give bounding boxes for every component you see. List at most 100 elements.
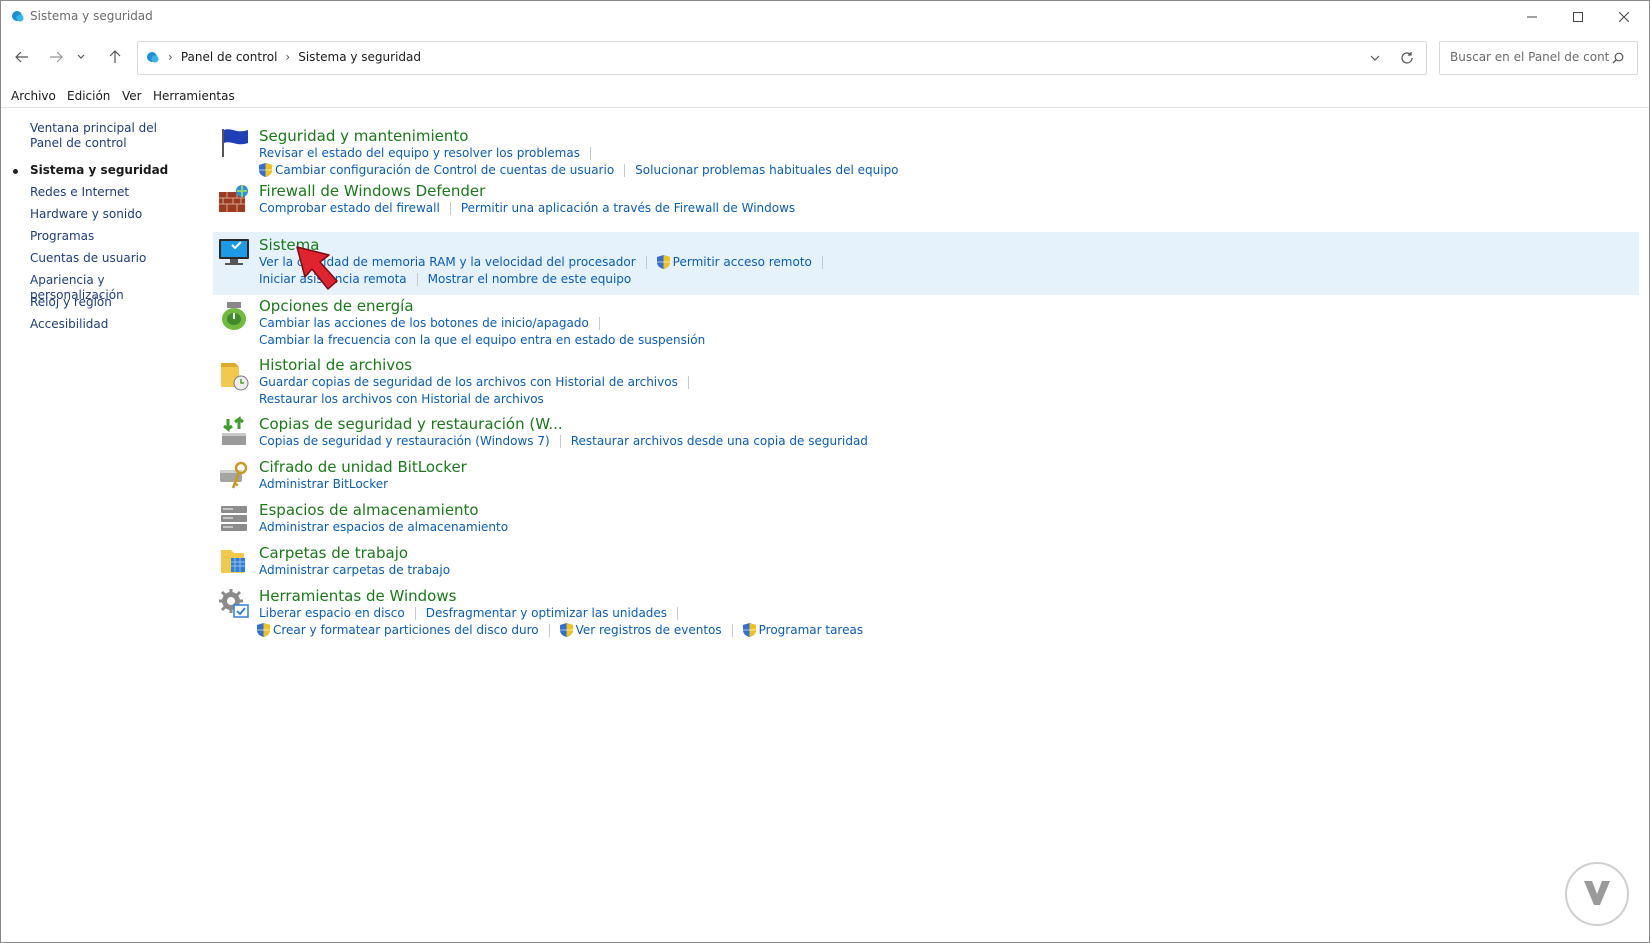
link-revisar-estado[interactable]: Revisar el estado del equipo y resolver … [259,146,580,160]
sidebar-item-programas[interactable]: Programas [30,229,190,244]
divider [624,163,626,177]
category-carpetas-trabajo: Carpetas de trabajo Administrar carpetas… [213,544,1639,582]
category-seguridad-mantenimiento: Seguridad y mantenimiento Revisar el est… [213,123,1639,179]
divider [416,272,418,286]
category-title[interactable]: Herramientas de Windows [259,587,456,605]
link-administrar-bitlocker[interactable]: Administrar BitLocker [259,477,388,491]
category-espacios-almacenamiento: Espacios de almacenamiento Administrar e… [213,501,1639,539]
link-restaurar-desde-copia[interactable]: Restaurar archivos desde una copia de se… [571,434,868,448]
category-title[interactable]: Copias de seguridad y restauración (W... [259,415,563,433]
category-sistema: Sistema Ver la cantidad de memoria RAM y… [213,232,1639,295]
up-button[interactable] [102,44,128,70]
link-administrar-espacios[interactable]: Administrar espacios de almacenamiento [259,520,508,534]
divider [548,623,550,637]
chevron-down-icon[interactable] [1370,54,1380,62]
bitlocker-icon [220,461,248,489]
menu-ver[interactable]: Ver [122,89,142,103]
sidebar-item-cuentas[interactable]: Cuentas de usuario [30,251,190,266]
search-icon[interactable] [1612,52,1624,64]
link-restaurar-archivos-historial[interactable]: Restaurar los archivos con Historial de … [259,392,544,406]
breadcrumb: › Panel de control › Sistema y seguridad [146,50,421,64]
link-row: Cambiar las acciones de los botones de i… [259,316,610,330]
link-desfragmentar[interactable]: Desfragmentar y optimizar las unidades [426,606,667,620]
sidebar-item-ventana-principal[interactable]: Ventana principal del Panel de control [30,121,190,151]
breadcrumb-panel-de-control[interactable]: Panel de control [181,50,278,64]
uac-shield-icon [259,163,272,177]
divider [731,623,733,637]
link-liberar-espacio[interactable]: Liberar espacio en disco [259,606,405,620]
sidebar-item-hardware[interactable]: Hardware y sonido [30,207,190,222]
link-cambiar-uac[interactable]: Cambiar configuración de Control de cuen… [275,163,614,177]
link-copias-windows7[interactable]: Copias de seguridad y restauración (Wind… [259,434,550,448]
address-box[interactable]: › Panel de control › Sistema y seguridad [137,41,1427,75]
breadcrumb-sistema-y-seguridad[interactable]: Sistema y seguridad [298,50,421,64]
category-title[interactable]: Historial de archivos [259,356,412,374]
link-row: Administrar carpetas de trabajo [259,563,450,577]
category-title[interactable]: Cifrado de unidad BitLocker [259,458,467,476]
link-programar-tareas[interactable]: Programar tareas [759,623,863,637]
link-crear-particiones[interactable]: Crear y formatear particiones del disco … [273,623,539,637]
link-mostrar-nombre[interactable]: Mostrar el nombre de este equipo [428,272,632,286]
link-row: Administrar espacios de almacenamiento [259,520,508,534]
file-history-icon [221,363,249,391]
close-button[interactable] [1601,1,1647,32]
category-title[interactable]: Carpetas de trabajo [259,544,408,562]
menu-archivo[interactable]: Archivo [11,89,56,103]
divider [677,606,679,620]
link-row: Restaurar los archivos con Historial de … [259,392,544,406]
category-historial-archivos: Historial de archivos Guardar copias de … [213,356,1639,412]
menu-edicion[interactable]: Edición [67,89,110,103]
search-input[interactable] [1448,49,1612,65]
forward-button[interactable] [43,44,69,70]
category-title[interactable]: Seguridad y mantenimiento [259,127,468,145]
link-comprobar-firewall[interactable]: Comprobar estado del firewall [259,201,440,215]
sidebar-item-reloj[interactable]: Reloj y región [30,295,190,310]
menu-herramientas[interactable]: Herramientas [153,89,235,103]
battery-icon [222,302,246,330]
category-title[interactable]: Espacios de almacenamiento [259,501,479,519]
back-button[interactable] [9,44,35,70]
maximize-icon [1573,11,1583,22]
refresh-icon[interactable] [1400,51,1414,65]
watermark-logo-icon [1565,862,1629,926]
category-bitlocker: Cifrado de unidad BitLocker Administrar … [213,458,1639,496]
link-row: Liberar espacio en disco Desfragmentar y… [259,606,688,620]
menu-bar: Archivo Edición Ver Herramientas [1,85,1649,108]
link-permitir-acceso-remoto[interactable]: Permitir acceso remoto [673,255,812,269]
link-solucionar-problemas[interactable]: Solucionar problemas habituales del equi… [635,163,898,177]
link-cambiar-suspension[interactable]: Cambiar la frecuencia con la que el equi… [259,333,705,347]
link-row: Cambiar configuración de Control de cuen… [259,163,899,177]
link-ver-registros[interactable]: Ver registros de eventos [576,623,722,637]
category-title[interactable]: Firewall de Windows Defender [259,182,485,200]
tools-icon [219,589,249,618]
search-box[interactable] [1439,41,1638,75]
divider [414,606,416,620]
maximize-button[interactable] [1555,1,1601,32]
divider [598,316,600,330]
link-administrar-carpetas[interactable]: Administrar carpetas de trabajo [259,563,450,577]
sidebar-item-redes[interactable]: Redes e Internet [30,185,190,200]
link-row: Administrar BitLocker [259,477,388,491]
link-permitir-aplicacion[interactable]: Permitir una aplicación a través de Fire… [461,201,795,215]
breadcrumb-separator-icon: › [168,50,173,64]
minimize-icon [1527,16,1537,17]
window-title: Sistema y seguridad [30,9,153,23]
link-guardar-copias[interactable]: Guardar copias de seguridad de los archi… [259,375,678,389]
category-firewall: Firewall de Windows Defender Comprobar e… [213,182,1639,220]
arrow-right-icon [50,51,63,63]
close-icon [1619,11,1629,22]
link-row: Guardar copias de seguridad de los archi… [259,375,699,389]
address-toolbar: › Panel de control › Sistema y seguridad [1,37,1649,77]
minimize-button[interactable] [1509,1,1555,32]
divider [449,201,451,215]
recent-locations-button[interactable] [73,44,89,70]
link-cambiar-acciones-botones[interactable]: Cambiar las acciones de los botones de i… [259,316,589,330]
sidebar-item-accesibilidad[interactable]: Accesibilidad [30,317,190,332]
uac-shield-icon [742,623,756,637]
storage-icon [221,506,247,531]
divider [589,146,591,160]
active-bullet-icon [13,169,18,174]
control-panel-window: Sistema y seguridad › Panel de control ›… [0,0,1650,943]
divider [645,255,647,269]
divider [687,375,689,389]
